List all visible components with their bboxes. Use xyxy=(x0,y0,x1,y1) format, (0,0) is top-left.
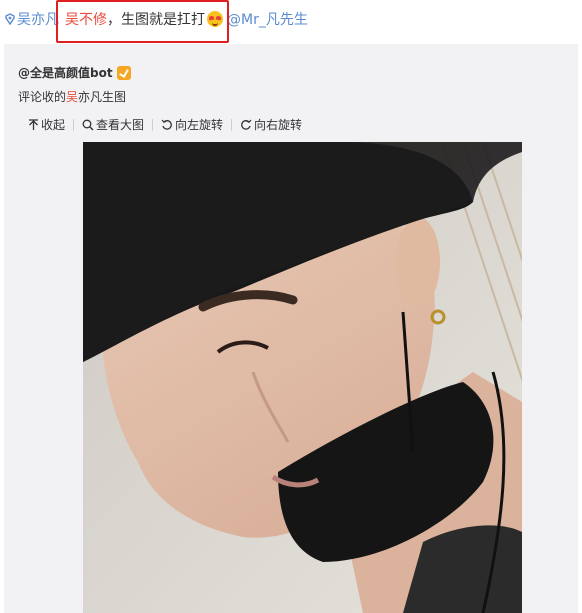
repost-caption: 评论收的吴亦凡生图 xyxy=(18,88,126,105)
caption-prefix: 评论收的 xyxy=(18,90,67,104)
red-highlight-box xyxy=(56,0,229,43)
rotate-right-button[interactable]: 向右旋转 xyxy=(240,116,302,133)
post-photo[interactable] xyxy=(83,142,522,613)
author-name-link[interactable]: @全是高颜值bot xyxy=(18,64,113,81)
search-icon xyxy=(82,119,94,130)
rotate-right-label: 向右旋转 xyxy=(254,118,303,132)
repost-card: @全是高颜值bot 评论收的吴亦凡生图 收起 查看大图 向左旋转 向右旋转 xyxy=(4,44,578,613)
caption-highlight: 吴 xyxy=(66,90,79,104)
collapse-button[interactable]: 收起 xyxy=(28,116,65,133)
rotate-left-icon xyxy=(161,119,172,130)
divider xyxy=(152,118,154,131)
rotate-left-button[interactable]: 向左旋转 xyxy=(161,116,223,133)
rotate-left-label: 向左旋转 xyxy=(175,118,224,132)
verified-badge-icon xyxy=(116,65,131,80)
caption-suffix: 亦凡生图 xyxy=(78,90,127,104)
repost-author: @全是高颜值bot xyxy=(18,64,131,81)
super-topic-icon xyxy=(4,13,16,25)
rotate-right-icon xyxy=(241,119,252,130)
image-toolbar: 收起 查看大图 向左旋转 向右旋转 xyxy=(28,116,302,133)
collapse-icon xyxy=(29,118,38,130)
view-large-button[interactable]: 查看大图 xyxy=(82,116,144,133)
collapse-label: 收起 xyxy=(41,118,66,132)
mention-topic-link[interactable]: 吴亦凡 xyxy=(17,9,59,29)
divider xyxy=(73,118,75,131)
divider xyxy=(231,118,233,131)
mention-user-link[interactable]: @Mr_凡先生 xyxy=(227,9,308,29)
view-large-label: 查看大图 xyxy=(96,118,145,132)
